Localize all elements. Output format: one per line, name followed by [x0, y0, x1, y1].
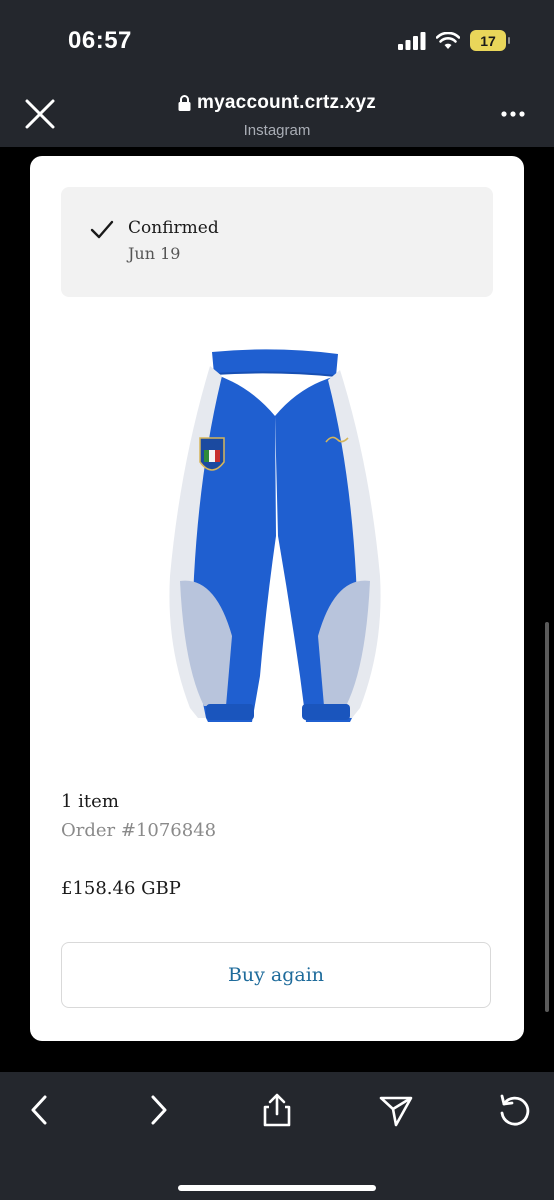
order-total: £158.46 GBP	[61, 878, 181, 899]
buy-again-button[interactable]: Buy again	[61, 942, 491, 1008]
share-icon[interactable]	[259, 1092, 295, 1128]
order-status: Confirmed	[128, 218, 219, 238]
browser-bottom-toolbar	[0, 1072, 554, 1200]
signal-icon	[398, 31, 426, 50]
item-count: 1 item	[61, 791, 119, 812]
forward-icon[interactable]	[140, 1092, 176, 1128]
page-url: myaccount.crtz.xyz	[197, 92, 376, 113]
wifi-icon	[436, 31, 460, 49]
source-app: Instagram	[243, 122, 311, 139]
order-status-box: Confirmed Jun 19	[61, 187, 493, 297]
address-bar[interactable]: myaccount.crtz.xyz Instagram	[0, 92, 554, 139]
home-indicator[interactable]	[178, 1185, 376, 1191]
browser-top-bar: 06:57 17 myaccount.crtz.xyz Instagram	[0, 0, 554, 147]
order-number: Order #1076848	[61, 820, 217, 841]
battery-level: 17	[480, 32, 496, 49]
status-time: 06:57	[68, 27, 132, 54]
status-indicators: 17	[398, 30, 510, 51]
battery-icon: 17	[470, 30, 510, 51]
send-icon[interactable]	[378, 1092, 414, 1128]
page-scrollbar[interactable]	[545, 622, 549, 1012]
product-image[interactable]	[160, 346, 390, 736]
order-date: Jun 19	[128, 244, 181, 263]
more-icon[interactable]	[500, 104, 526, 124]
reload-icon[interactable]	[496, 1092, 532, 1128]
lock-icon	[178, 95, 191, 111]
checkmark-icon	[90, 220, 114, 239]
back-icon[interactable]	[22, 1092, 58, 1128]
order-card: Confirmed Jun 19 1 item Order #1076848 £…	[30, 156, 524, 1041]
